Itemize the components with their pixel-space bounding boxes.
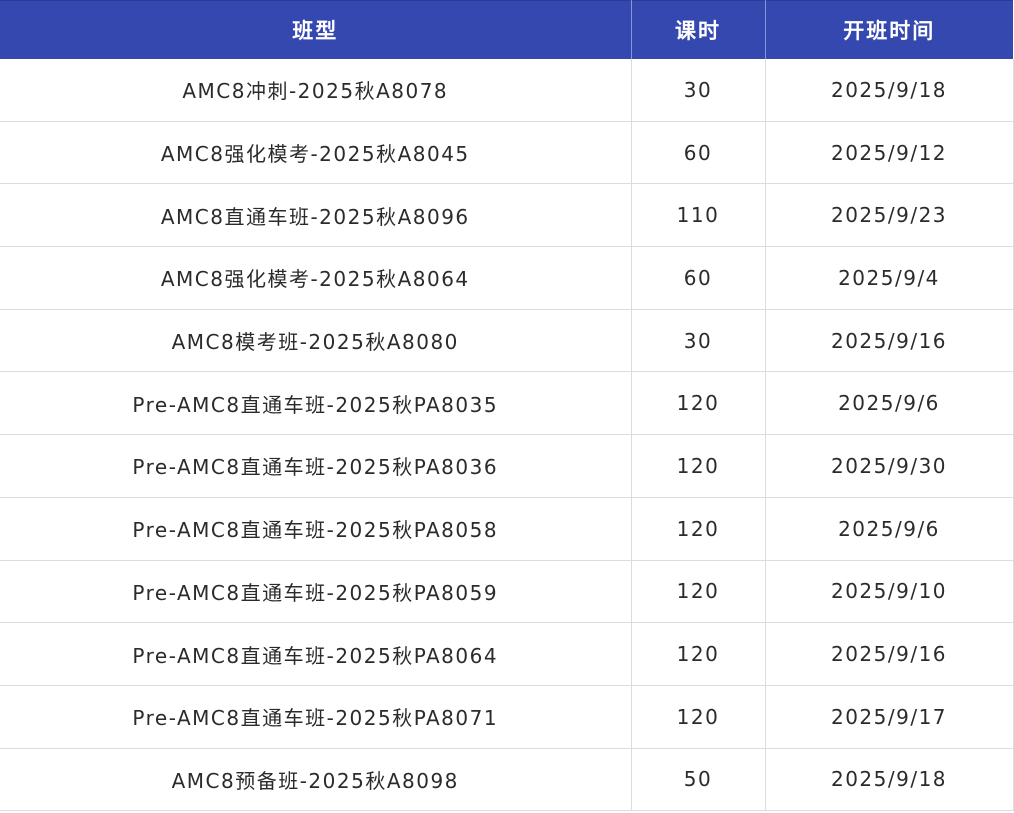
cell-hours: 120 [631, 434, 766, 498]
cell-class-type: Pre-AMC8直通车班-2025秋PA8035 [0, 371, 632, 436]
cell-class-type: AMC8模考班-2025秋A8080 [0, 309, 632, 373]
table-row: AMC8直通车班-2025秋A8096 110 2025/9/23 [0, 183, 1014, 248]
cell-start-date: 2025/9/23 [765, 183, 1014, 248]
table-row: Pre-AMC8直通车班-2025秋PA8035 120 2025/9/6 [0, 371, 1014, 436]
cell-hours: 120 [631, 622, 766, 686]
table-row: AMC8模考班-2025秋A8080 30 2025/9/16 [0, 309, 1014, 373]
header-hours: 课时 [631, 0, 766, 59]
cell-class-type: Pre-AMC8直通车班-2025秋PA8071 [0, 685, 632, 749]
cell-class-type: AMC8强化模考-2025秋A8045 [0, 121, 632, 185]
cell-start-date: 2025/9/6 [765, 371, 1014, 436]
header-start-date: 开班时间 [765, 0, 1013, 59]
cell-start-date: 2025/9/18 [765, 59, 1014, 122]
cell-class-type: Pre-AMC8直通车班-2025秋PA8036 [0, 434, 632, 498]
header-row: 班型 课时 开班时间 [0, 0, 1013, 59]
cell-hours: 120 [631, 371, 766, 436]
table-row: AMC8强化模考-2025秋A8064 60 2025/9/4 [0, 246, 1014, 310]
class-schedule-table-container: 班型 课时 开班时间 AMC8冲刺-2025秋A8078 30 2025/9/18 A… [0, 0, 1014, 813]
cell-class-type: Pre-AMC8直通车班-2025秋PA8064 [0, 622, 632, 686]
cell-class-type: AMC8强化模考-2025秋A8064 [0, 246, 632, 310]
cell-class-type: AMC8预备班-2025秋A8098 [0, 748, 632, 812]
cell-start-date: 2025/9/16 [765, 309, 1014, 373]
table-header: 班型 课时 开班时间 [0, 0, 1013, 59]
cell-start-date: 2025/9/17 [765, 685, 1014, 749]
cell-start-date: 2025/9/4 [765, 246, 1014, 310]
table-body: AMC8冲刺-2025秋A8078 30 2025/9/18 AMC8强化模考-202… [0, 59, 1014, 812]
table-row: Pre-AMC8直通车班-2025秋PA8064 120 2025/9/16 [0, 622, 1014, 686]
cell-class-type: Pre-AMC8直通车班-2025秋PA8058 [0, 497, 632, 561]
table-row: Pre-AMC8直通车班-2025秋PA8058 120 2025/9/6 [0, 497, 1014, 561]
cell-hours: 120 [631, 560, 766, 624]
cell-class-type: Pre-AMC8直通车班-2025秋PA8059 [0, 560, 632, 624]
cell-start-date: 2025/9/18 [765, 748, 1014, 812]
cell-start-date: 2025/9/10 [765, 560, 1014, 624]
table-row: AMC8冲刺-2025秋A8078 30 2025/9/18 [0, 59, 1014, 122]
header-class-type: 班型 [0, 0, 632, 59]
cell-start-date: 2025/9/12 [765, 121, 1014, 185]
cell-start-date: 2025/9/30 [765, 434, 1014, 498]
table-row: Pre-AMC8直通车班-2025秋PA8036 120 2025/9/30 [0, 434, 1014, 498]
cell-hours: 30 [631, 309, 766, 373]
cell-class-type: AMC8冲刺-2025秋A8078 [0, 59, 632, 122]
cell-start-date: 2025/9/6 [765, 497, 1014, 561]
class-schedule-table: 班型 课时 开班时间 AMC8冲刺-2025秋A8078 30 2025/9/18 A… [0, 0, 1014, 812]
table-row: AMC8强化模考-2025秋A8045 60 2025/9/12 [0, 121, 1014, 185]
table-row: Pre-AMC8直通车班-2025秋PA8059 120 2025/9/10 [0, 560, 1014, 624]
cell-hours: 50 [631, 748, 766, 812]
cell-hours: 110 [631, 183, 766, 248]
cell-start-date: 2025/9/16 [765, 622, 1014, 686]
cell-hours: 60 [631, 121, 766, 185]
cell-hours: 60 [631, 246, 766, 310]
table-row: AMC8预备班-2025秋A8098 50 2025/9/18 [0, 748, 1014, 812]
cell-class-type: AMC8直通车班-2025秋A8096 [0, 183, 632, 248]
cell-hours: 120 [631, 497, 766, 561]
cell-hours: 30 [631, 59, 766, 122]
table-row: Pre-AMC8直通车班-2025秋PA8071 120 2025/9/17 [0, 685, 1014, 749]
cell-hours: 120 [631, 685, 766, 749]
